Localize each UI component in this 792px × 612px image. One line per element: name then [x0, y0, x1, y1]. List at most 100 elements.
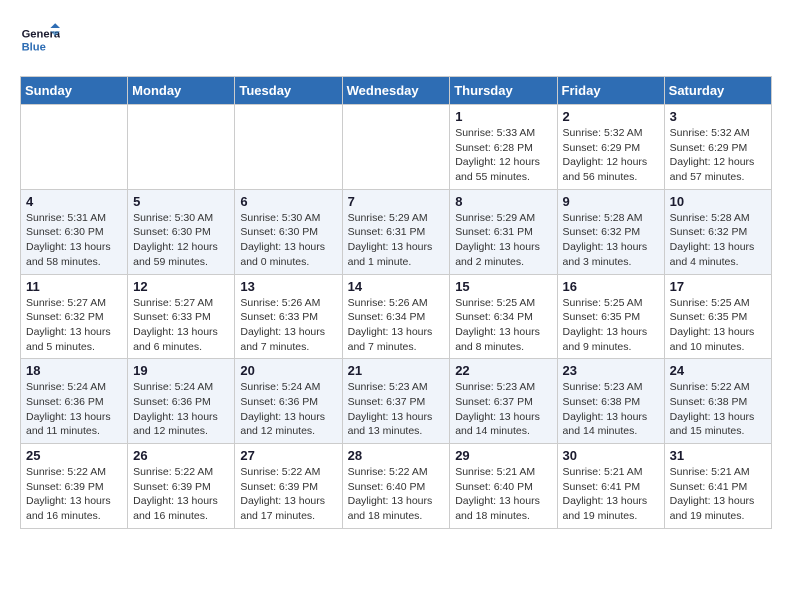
- calendar-cell: 27 Sunrise: 5:22 AM Sunset: 6:39 PM Dayli…: [235, 444, 342, 529]
- calendar-body: 1 Sunrise: 5:33 AM Sunset: 6:28 PM Daylig…: [21, 105, 772, 529]
- svg-text:Blue: Blue: [22, 41, 46, 53]
- calendar-cell: 26 Sunrise: 5:22 AM Sunset: 6:39 PM Dayli…: [128, 444, 235, 529]
- day-info: Sunrise: 5:25 AM Sunset: 6:35 PM Dayligh…: [563, 296, 659, 355]
- day-info: Sunrise: 5:24 AM Sunset: 6:36 PM Dayligh…: [240, 380, 336, 439]
- day-number: 12: [133, 279, 229, 294]
- day-info: Sunrise: 5:23 AM Sunset: 6:37 PM Dayligh…: [348, 380, 445, 439]
- day-info: Sunrise: 5:23 AM Sunset: 6:38 PM Dayligh…: [563, 380, 659, 439]
- day-info: Sunrise: 5:23 AM Sunset: 6:37 PM Dayligh…: [455, 380, 551, 439]
- calendar-week-2: 4 Sunrise: 5:31 AM Sunset: 6:30 PM Daylig…: [21, 189, 772, 274]
- calendar-cell: 17 Sunrise: 5:25 AM Sunset: 6:35 PM Dayli…: [664, 274, 771, 359]
- calendar-week-4: 18 Sunrise: 5:24 AM Sunset: 6:36 PM Dayli…: [21, 359, 772, 444]
- calendar-cell: 10Sunrise: 5:28 AM Sunset: 6:32 PM Dayli…: [664, 189, 771, 274]
- day-number: 1: [455, 109, 551, 124]
- day-number: 27: [240, 448, 336, 463]
- calendar-cell: [128, 105, 235, 190]
- day-info: Sunrise: 5:28 AM Sunset: 6:32 PM Dayligh…: [563, 211, 659, 270]
- day-info: Sunrise: 5:21 AM Sunset: 6:41 PM Dayligh…: [563, 465, 659, 524]
- calendar-cell: 16Sunrise: 5:25 AM Sunset: 6:35 PM Dayli…: [557, 274, 664, 359]
- day-info: Sunrise: 5:31 AM Sunset: 6:30 PM Dayligh…: [26, 211, 122, 270]
- calendar-cell: [21, 105, 128, 190]
- calendar-cell: [235, 105, 342, 190]
- calendar-cell: 8 Sunrise: 5:29 AM Sunset: 6:31 PM Daylig…: [450, 189, 557, 274]
- calendar-cell: 22Sunrise: 5:23 AM Sunset: 6:37 PM Dayli…: [450, 359, 557, 444]
- calendar-table: SundayMondayTuesdayWednesdayThursdayFrid…: [20, 76, 772, 529]
- day-number: 15: [455, 279, 551, 294]
- day-info: Sunrise: 5:32 AM Sunset: 6:29 PM Dayligh…: [670, 126, 766, 185]
- day-number: 19: [133, 363, 229, 378]
- calendar-cell: 11 Sunrise: 5:27 AM Sunset: 6:32 PM Dayli…: [21, 274, 128, 359]
- calendar-cell: 20 Sunrise: 5:24 AM Sunset: 6:36 PM Dayli…: [235, 359, 342, 444]
- calendar-cell: 28 Sunrise: 5:22 AM Sunset: 6:40 PM Dayli…: [342, 444, 450, 529]
- day-number: 13: [240, 279, 336, 294]
- day-info: Sunrise: 5:22 AM Sunset: 6:39 PM Dayligh…: [133, 465, 229, 524]
- calendar-cell: 18 Sunrise: 5:24 AM Sunset: 6:36 PM Dayli…: [21, 359, 128, 444]
- calendar-cell: 19 Sunrise: 5:24 AM Sunset: 6:36 PM Dayli…: [128, 359, 235, 444]
- calendar-cell: 12Sunrise: 5:27 AM Sunset: 6:33 PM Dayli…: [128, 274, 235, 359]
- calendar-cell: 5 Sunrise: 5:30 AM Sunset: 6:30 PM Daylig…: [128, 189, 235, 274]
- day-info: Sunrise: 5:26 AM Sunset: 6:34 PM Dayligh…: [348, 296, 445, 355]
- calendar-week-3: 11 Sunrise: 5:27 AM Sunset: 6:32 PM Dayli…: [21, 274, 772, 359]
- day-info: Sunrise: 5:22 AM Sunset: 6:39 PM Dayligh…: [240, 465, 336, 524]
- day-info: Sunrise: 5:21 AM Sunset: 6:41 PM Dayligh…: [670, 465, 766, 524]
- day-info: Sunrise: 5:25 AM Sunset: 6:35 PM Dayligh…: [670, 296, 766, 355]
- calendar-cell: 24 Sunrise: 5:22 AM Sunset: 6:38 PM Dayli…: [664, 359, 771, 444]
- day-number: 4: [26, 194, 122, 209]
- day-info: Sunrise: 5:22 AM Sunset: 6:40 PM Dayligh…: [348, 465, 445, 524]
- weekday-header-wednesday: Wednesday: [342, 77, 450, 105]
- day-number: 8: [455, 194, 551, 209]
- day-number: 29: [455, 448, 551, 463]
- day-info: Sunrise: 5:33 AM Sunset: 6:28 PM Dayligh…: [455, 126, 551, 185]
- day-info: Sunrise: 5:32 AM Sunset: 6:29 PM Dayligh…: [563, 126, 659, 185]
- day-info: Sunrise: 5:29 AM Sunset: 6:31 PM Dayligh…: [455, 211, 551, 270]
- calendar-cell: 21 Sunrise: 5:23 AM Sunset: 6:37 PM Dayli…: [342, 359, 450, 444]
- day-number: 14: [348, 279, 445, 294]
- day-info: Sunrise: 5:24 AM Sunset: 6:36 PM Dayligh…: [26, 380, 122, 439]
- day-number: 24: [670, 363, 766, 378]
- day-number: 26: [133, 448, 229, 463]
- calendar-cell: 13Sunrise: 5:26 AM Sunset: 6:33 PM Dayli…: [235, 274, 342, 359]
- logo-icon: General Blue: [20, 20, 60, 60]
- day-info: Sunrise: 5:24 AM Sunset: 6:36 PM Dayligh…: [133, 380, 229, 439]
- weekday-header-thursday: Thursday: [450, 77, 557, 105]
- calendar-week-5: 25 Sunrise: 5:22 AM Sunset: 6:39 PM Dayli…: [21, 444, 772, 529]
- calendar-cell: 30 Sunrise: 5:21 AM Sunset: 6:41 PM Dayli…: [557, 444, 664, 529]
- weekday-header-saturday: Saturday: [664, 77, 771, 105]
- day-number: 31: [670, 448, 766, 463]
- day-number: 5: [133, 194, 229, 209]
- calendar-cell: 15Sunrise: 5:25 AM Sunset: 6:34 PM Dayli…: [450, 274, 557, 359]
- day-number: 28: [348, 448, 445, 463]
- day-number: 2: [563, 109, 659, 124]
- weekday-header-tuesday: Tuesday: [235, 77, 342, 105]
- weekday-header-monday: Monday: [128, 77, 235, 105]
- calendar-cell: 6Sunrise: 5:30 AM Sunset: 6:30 PM Daylig…: [235, 189, 342, 274]
- calendar-cell: 9 Sunrise: 5:28 AM Sunset: 6:32 PM Daylig…: [557, 189, 664, 274]
- day-info: Sunrise: 5:27 AM Sunset: 6:32 PM Dayligh…: [26, 296, 122, 355]
- day-number: 17: [670, 279, 766, 294]
- day-number: 18: [26, 363, 122, 378]
- calendar-header-row: SundayMondayTuesdayWednesdayThursdayFrid…: [21, 77, 772, 105]
- calendar-cell: 4 Sunrise: 5:31 AM Sunset: 6:30 PM Daylig…: [21, 189, 128, 274]
- calendar-cell: 1 Sunrise: 5:33 AM Sunset: 6:28 PM Daylig…: [450, 105, 557, 190]
- calendar-cell: 23 Sunrise: 5:23 AM Sunset: 6:38 PM Dayli…: [557, 359, 664, 444]
- day-number: 25: [26, 448, 122, 463]
- day-info: Sunrise: 5:22 AM Sunset: 6:38 PM Dayligh…: [670, 380, 766, 439]
- day-info: Sunrise: 5:29 AM Sunset: 6:31 PM Dayligh…: [348, 211, 445, 270]
- day-number: 9: [563, 194, 659, 209]
- day-number: 20: [240, 363, 336, 378]
- calendar-cell: 14 Sunrise: 5:26 AM Sunset: 6:34 PM Dayli…: [342, 274, 450, 359]
- day-number: 30: [563, 448, 659, 463]
- weekday-header-friday: Friday: [557, 77, 664, 105]
- logo: General Blue: [20, 20, 60, 60]
- day-number: 23: [563, 363, 659, 378]
- day-info: Sunrise: 5:30 AM Sunset: 6:30 PM Dayligh…: [133, 211, 229, 270]
- calendar-week-1: 1 Sunrise: 5:33 AM Sunset: 6:28 PM Daylig…: [21, 105, 772, 190]
- day-info: Sunrise: 5:22 AM Sunset: 6:39 PM Dayligh…: [26, 465, 122, 524]
- day-info: Sunrise: 5:28 AM Sunset: 6:32 PM Dayligh…: [670, 211, 766, 270]
- day-number: 21: [348, 363, 445, 378]
- page-header: General Blue: [20, 20, 772, 60]
- calendar-cell: [342, 105, 450, 190]
- day-number: 11: [26, 279, 122, 294]
- calendar-cell: 7Sunrise: 5:29 AM Sunset: 6:31 PM Daylig…: [342, 189, 450, 274]
- calendar-cell: 31 Sunrise: 5:21 AM Sunset: 6:41 PM Dayli…: [664, 444, 771, 529]
